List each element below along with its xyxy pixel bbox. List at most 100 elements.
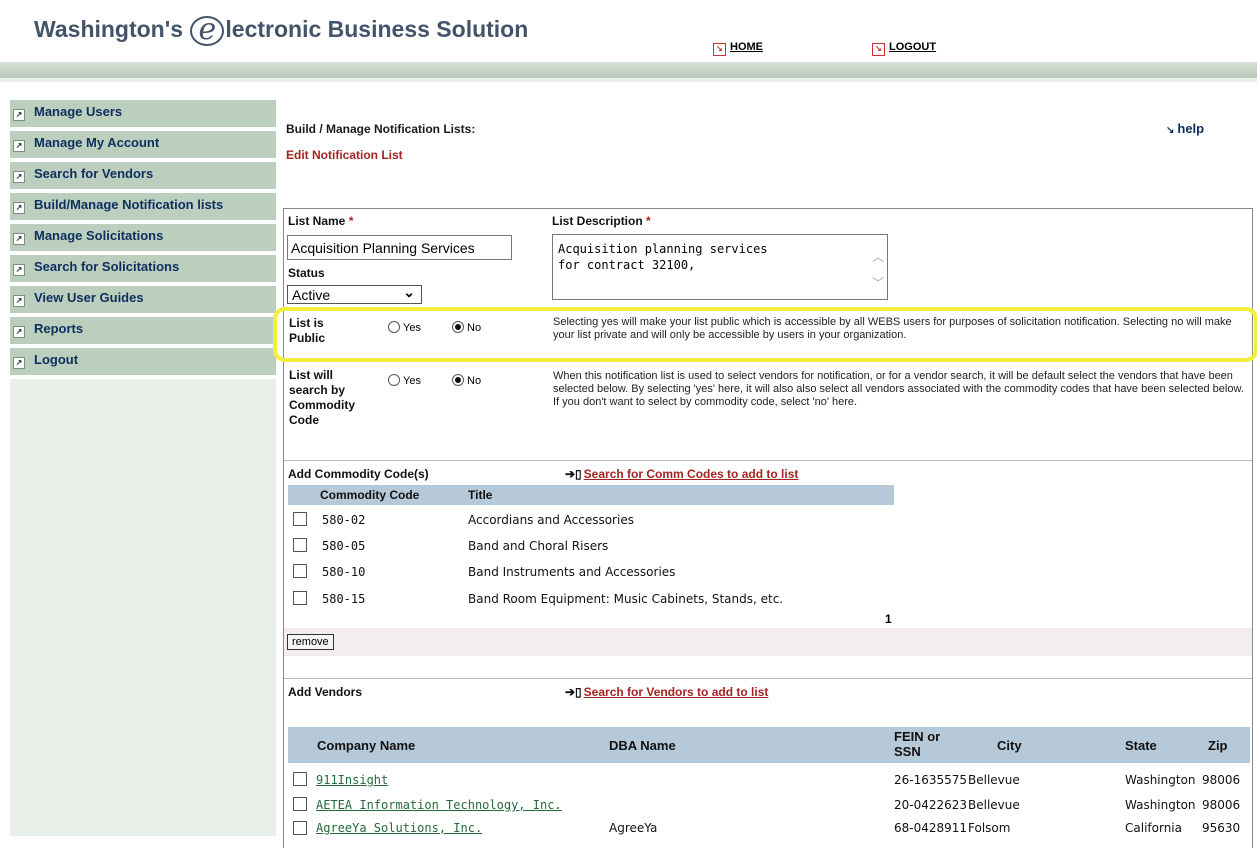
vendor-dba: AgreeYa <box>609 821 658 835</box>
arrow-icon: ↘ <box>713 43 726 56</box>
commodity-code: 580-05 <box>322 539 366 553</box>
search-vendors-link[interactable]: ➔▯ Search for Vendors to add to list <box>565 685 768 699</box>
vendor-city: Bellevue <box>968 773 1020 787</box>
col-zip: Zip <box>1208 738 1228 753</box>
list-description-label: List Description * <box>552 214 651 228</box>
list-name-input[interactable]: Acquisition Planning Services <box>287 235 512 260</box>
pagination-current[interactable]: 1 <box>885 612 892 626</box>
arrow-icon: ↘ <box>872 43 885 56</box>
commodity-checkbox[interactable] <box>293 564 307 581</box>
help-link[interactable]: ↘ help <box>1166 121 1204 136</box>
col-title: Title <box>468 488 493 502</box>
sidebar-item-user-guides[interactable]: ↗ View User Guides <box>10 286 276 317</box>
vendor-table-header <box>288 727 1250 763</box>
arrow-icon: ↗ <box>13 140 25 152</box>
vendor-city: Bellevue <box>968 798 1020 812</box>
home-link[interactable]: ↘ HOME <box>713 41 763 56</box>
col-company-name: Company Name <box>317 738 416 753</box>
radio-empty-icon <box>388 374 400 386</box>
col-city: City <box>997 738 1022 753</box>
commodity-title: Band Room Equipment: Music Cabinets, Sta… <box>468 592 784 606</box>
highlight-outline <box>273 307 1257 362</box>
search-comm-codes-link[interactable]: ➔▯ Search for Comm Codes to add to list <box>565 467 798 481</box>
divider <box>284 678 1252 679</box>
vendor-link[interactable]: AgreeYa Solutions, Inc. <box>316 821 482 835</box>
header-band-bottom <box>0 78 1257 82</box>
sidebar-item-notification-lists[interactable]: ↗ Build/Manage Notification lists <box>10 193 276 224</box>
col-state: State <box>1125 738 1157 753</box>
vendor-zip: 98006 <box>1202 773 1241 787</box>
vendor-checkbox[interactable] <box>293 772 307 789</box>
arrow-doc-icon: ➔▯ <box>565 467 582 481</box>
list-description-textarea[interactable]: Acquisition planning services for contra… <box>552 234 888 300</box>
sidebar-item-reports[interactable]: ↗ Reports <box>10 317 276 348</box>
sidebar-item-search-solicitations[interactable]: ↗ Search for Solicitations <box>10 255 276 286</box>
commodity-section-header: Add Commodity Code(s) <box>288 467 429 481</box>
vendor-checkbox[interactable] <box>293 797 307 814</box>
page-title: Build / Manage Notification Lists: <box>286 122 476 136</box>
vendor-link[interactable]: AETEA Information Technology, Inc. <box>316 798 562 812</box>
commodity-code: 580-02 <box>322 513 366 527</box>
commodity-code: 580-10 <box>322 565 366 579</box>
commodity-title: Accordians and Accessories <box>468 513 634 527</box>
commodity-search-label: List will search by Commodity Code <box>289 368 355 427</box>
header-band <box>0 62 1257 78</box>
remove-row <box>284 628 1252 656</box>
arrow-icon: ↗ <box>13 171 25 183</box>
arrow-doc-icon: ➔▯ <box>565 685 582 699</box>
sidebar-item-manage-solicitations[interactable]: ↗ Manage Solicitations <box>10 224 276 255</box>
sidebar-item-logout[interactable]: ↗ Logout <box>10 348 276 379</box>
vendor-fein: 26-1635575 <box>894 773 968 787</box>
sidebar-item-manage-users[interactable]: ↗ Manage Users <box>10 100 276 131</box>
sidebar-fill <box>10 379 276 836</box>
e-logo-icon: e <box>190 15 225 46</box>
logout-link[interactable]: ↘ LOGOUT <box>872 41 936 56</box>
arrow-icon: ↗ <box>13 109 25 121</box>
arrow-icon: ↗ <box>13 357 25 369</box>
list-name-label: List Name * <box>288 214 354 228</box>
vendor-zip: 95630 <box>1202 821 1241 835</box>
sidebar-item-manage-my-account[interactable]: ↗ Manage My Account <box>10 131 276 162</box>
vendor-link[interactable]: 911Insight <box>316 773 388 787</box>
commodity-checkbox[interactable] <box>293 591 307 608</box>
vendor-state: California <box>1125 821 1182 835</box>
commodity-title: Band Instruments and Accessories <box>468 565 676 579</box>
site-title-pre: Washington's <box>34 16 183 42</box>
commodity-yes-radio[interactable]: Yes <box>388 373 421 387</box>
commodity-code: 580-15 <box>322 592 366 606</box>
commodity-checkbox[interactable] <box>293 512 307 529</box>
vendor-fein: 20-0422623 <box>894 798 968 812</box>
status-label: Status <box>288 266 325 280</box>
arrow-icon: ↗ <box>13 264 25 276</box>
vendor-checkbox[interactable] <box>293 821 307 838</box>
vendor-zip: 98006 <box>1202 798 1241 812</box>
divider <box>284 460 1252 461</box>
col-dba-name: DBA Name <box>609 738 676 753</box>
commodity-no-radio[interactable]: No <box>452 373 481 387</box>
arrow-icon: ↘ <box>1166 125 1175 136</box>
page-subtitle: Edit Notification List <box>286 148 403 162</box>
site-title-post: lectronic Business Solution <box>225 16 529 42</box>
status-select[interactable]: Active ⌄ <box>287 284 422 304</box>
vendor-state: Washington <box>1125 798 1196 812</box>
vendor-state: Washington <box>1125 773 1196 787</box>
remove-button[interactable]: remove <box>287 634 334 650</box>
col-fein: FEIN or SSN <box>894 729 941 759</box>
arrow-icon: ↗ <box>13 326 25 338</box>
vendor-fein: 68-0428911 <box>894 821 968 835</box>
scroll-down-icon[interactable]: ﹀ <box>872 274 884 291</box>
commodity-title: Band and Choral Risers <box>468 539 609 553</box>
sidebar-item-search-vendors[interactable]: ↗ Search for Vendors <box>10 162 276 193</box>
commodity-description: When this notification list is used to s… <box>553 370 1244 408</box>
arrow-icon: ↗ <box>13 295 25 307</box>
commodity-checkbox[interactable] <box>293 538 307 555</box>
arrow-icon: ↗ <box>13 233 25 245</box>
col-commodity-code: Commodity Code <box>320 488 420 502</box>
chevron-down-icon: ⌄ <box>403 284 415 300</box>
radio-selected-icon <box>452 374 464 386</box>
vendor-city: Folsom <box>968 821 1011 835</box>
arrow-icon: ↗ <box>13 202 25 214</box>
vendors-section-header: Add Vendors <box>288 685 363 699</box>
scroll-up-icon[interactable]: ︿ <box>872 248 884 265</box>
site-title: Washington's e lectronic Business Solutio… <box>34 15 529 46</box>
